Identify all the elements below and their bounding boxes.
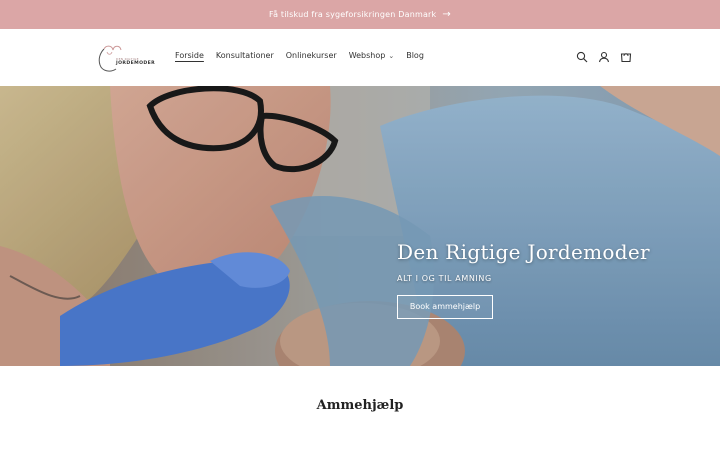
nav-label: Webshop xyxy=(348,51,386,60)
nav-label: Blog xyxy=(406,51,424,60)
logo-text: JORDEMODER xyxy=(116,61,156,66)
announcement-bar[interactable]: Få tilskud fra sygeforsikringen Danmark … xyxy=(0,0,720,29)
nav-item-webshop[interactable]: Webshop ⌄ xyxy=(349,51,395,60)
site-logo[interactable]: DEN RIGTIGE JORDEMODER xyxy=(94,39,155,75)
hero-photo-image xyxy=(0,86,720,366)
nav-item-konsultationer[interactable]: Konsultationer xyxy=(216,51,274,60)
main-navigation: Forside Konsultationer Onlinekurser Webs… xyxy=(175,51,424,60)
chevron-down-icon: ⌄ xyxy=(388,52,395,60)
nav-item-onlinekurser[interactable]: Onlinekurser xyxy=(286,51,337,60)
search-icon[interactable] xyxy=(575,50,589,64)
account-icon[interactable] xyxy=(597,50,611,64)
site-header: DEN RIGTIGE JORDEMODER Forside Konsultat… xyxy=(0,29,720,86)
nav-label: Forside xyxy=(175,51,204,60)
nav-label: Onlinekurser xyxy=(285,51,337,60)
section-title: Ammehjælp xyxy=(316,398,404,413)
hero-title: Den Rigtige Jordemoder xyxy=(397,240,650,264)
book-button[interactable]: Book ammehjælp xyxy=(397,295,493,319)
nav-label: Konsultationer xyxy=(215,51,274,60)
cart-icon[interactable] xyxy=(619,50,633,64)
nav-item-forside[interactable]: Forside xyxy=(175,51,204,60)
nav-item-blog[interactable]: Blog xyxy=(406,51,424,60)
header-icons xyxy=(575,50,633,64)
announcement-text[interactable]: Få tilskud fra sygeforsikringen Danmark xyxy=(269,10,436,19)
hero-subtitle: ALT I OG TIL AMNING xyxy=(397,274,492,283)
hero-content: Den Rigtige Jordemoder ALT I OG TIL AMNI… xyxy=(397,240,650,319)
arrow-right-icon: → xyxy=(442,8,451,20)
hero-banner: Den Rigtige Jordemoder ALT I OG TIL AMNI… xyxy=(0,86,720,366)
